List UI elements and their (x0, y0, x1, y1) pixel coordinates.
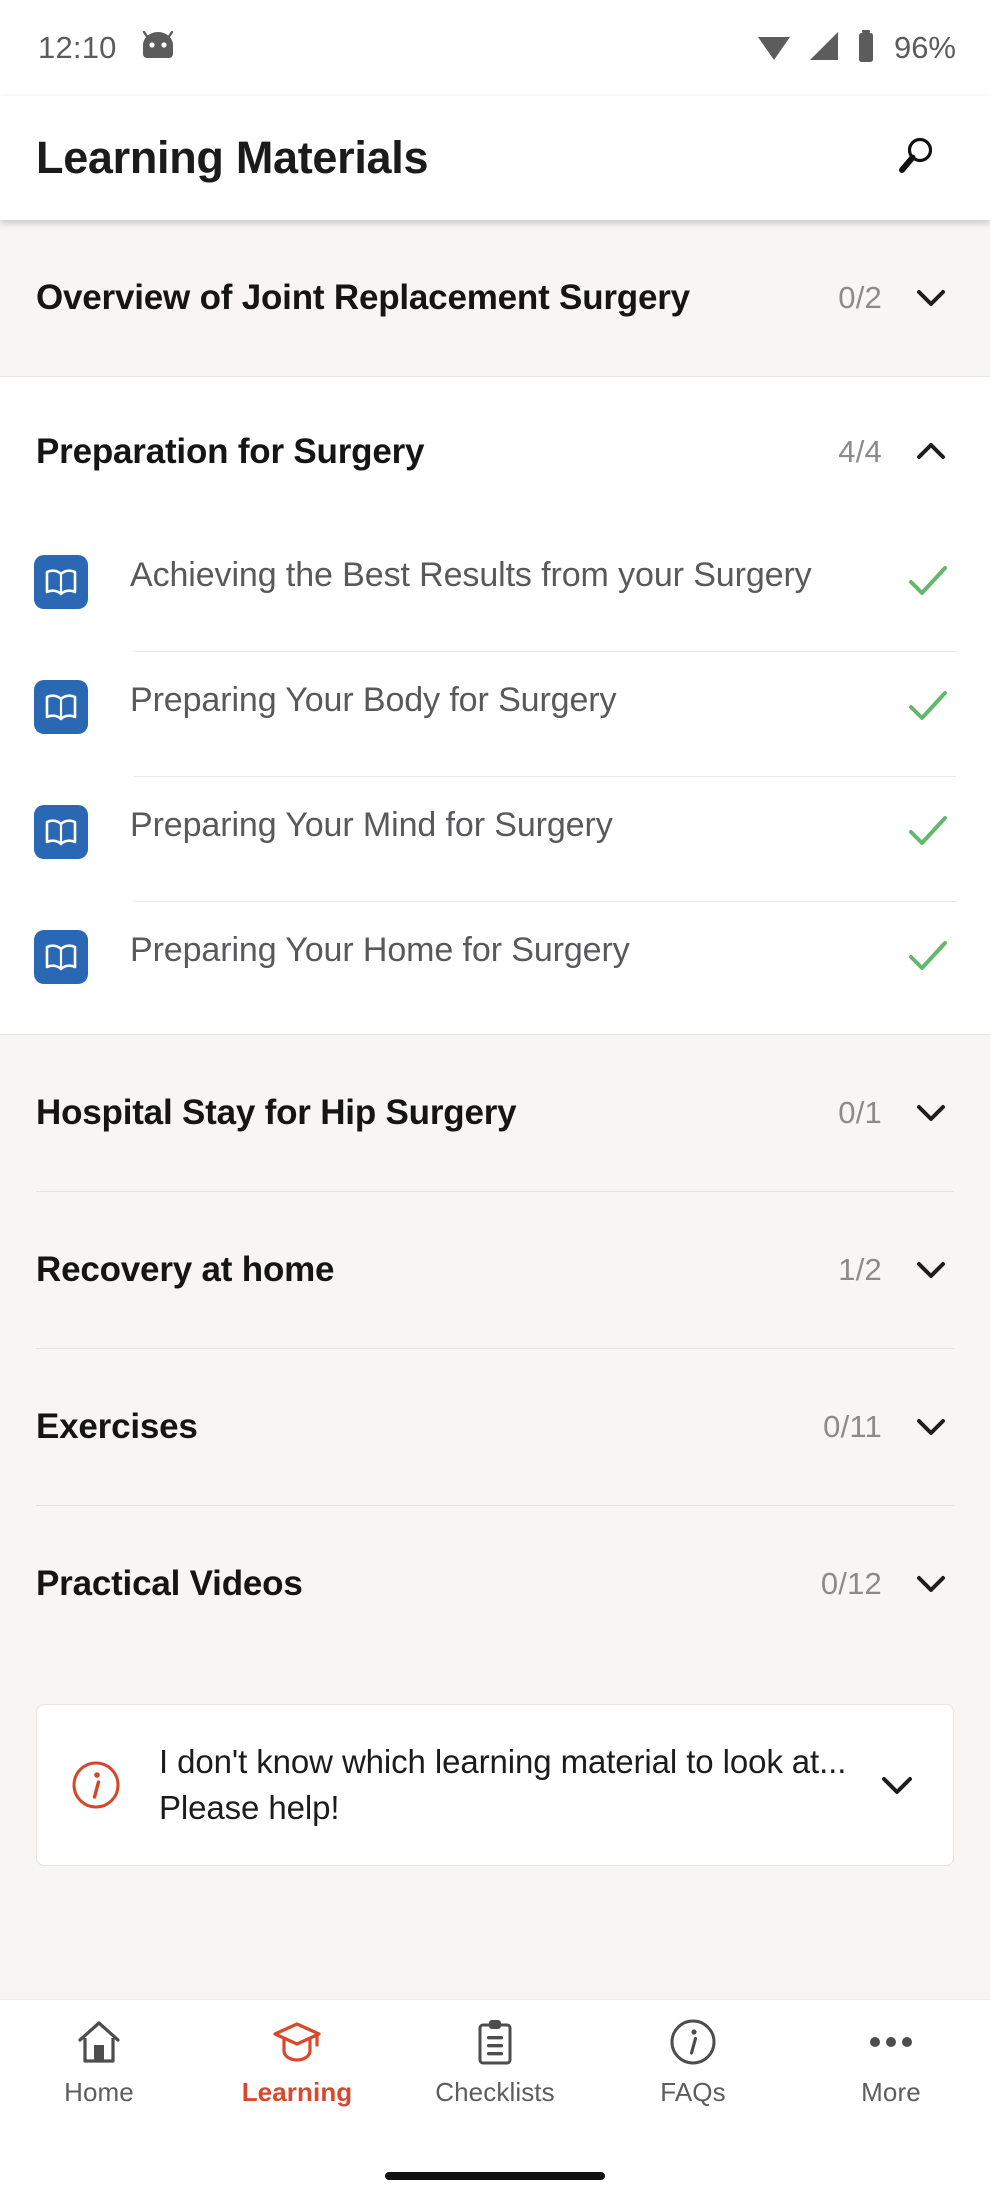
chevron-down-icon[interactable] (908, 1404, 954, 1450)
help-card-text: I don't know which learning material to … (159, 1743, 847, 1826)
section-title: Exercises (36, 1407, 198, 1446)
lesson-title: Preparing Your Mind for Surgery (130, 806, 613, 844)
wifi-icon (755, 30, 793, 67)
lesson-item[interactable]: Achieving the Best Results from your Sur… (0, 527, 990, 651)
section-practical-videos: Practical Videos 0/12 (0, 1506, 990, 1662)
nav-item-faqs[interactable]: FAQs (594, 2016, 792, 2108)
lesson-title: Achieving the Best Results from your Sur… (130, 556, 812, 594)
info-circle-icon (668, 2016, 718, 2068)
section-preparation-for-surgery: Preparation for Surgery 4/4 Achieving th… (0, 377, 990, 1034)
info-circle-icon (65, 1754, 127, 1816)
help-card[interactable]: I don't know which learning material to … (36, 1704, 954, 1866)
clipboard-icon (472, 2016, 518, 2068)
nav-label: FAQs (660, 2077, 726, 2107)
lesson-item[interactable]: Preparing Your Body for Surgery (0, 652, 990, 776)
ellipsis-icon (864, 2016, 918, 2068)
section-progress-count: 0/2 (838, 280, 882, 315)
section-recovery-at-home: Recovery at home 1/2 (0, 1192, 990, 1348)
chevron-up-icon[interactable] (908, 429, 954, 475)
section-header[interactable]: Preparation for Surgery 4/4 (0, 377, 990, 527)
section-header[interactable]: Hospital Stay for Hip Surgery 0/1 (0, 1035, 990, 1191)
chevron-down-icon[interactable] (908, 275, 954, 321)
nav-item-checklists[interactable]: Checklists (396, 2016, 594, 2108)
section-title: Overview of Joint Replacement Surgery (36, 278, 690, 317)
section-progress-count: 4/4 (838, 434, 882, 469)
nav-item-learning[interactable]: Learning (198, 2016, 396, 2108)
sections-list[interactable]: Overview of Joint Replacement Surgery 0/… (0, 220, 990, 1999)
section-header[interactable]: Recovery at home 1/2 (0, 1192, 990, 1348)
status-bar-left: 12:10 (38, 30, 177, 66)
chevron-down-icon[interactable] (908, 1090, 954, 1136)
chevron-down-icon[interactable] (908, 1247, 954, 1293)
section-title: Practical Videos (36, 1564, 303, 1603)
book-icon (34, 680, 88, 734)
home-icon (74, 2016, 124, 2068)
section-progress-count: 0/11 (823, 1409, 882, 1444)
section-title: Recovery at home (36, 1250, 335, 1289)
nav-label: Learning (241, 2077, 353, 2107)
page-title: Learning Materials (36, 132, 429, 183)
section-progress-count: 0/1 (838, 1095, 882, 1130)
lesson-list: Achieving the Best Results from your Sur… (0, 527, 990, 1034)
section-header[interactable]: Overview of Joint Replacement Surgery 0/… (0, 220, 990, 376)
gesture-bar-area (0, 2151, 990, 2201)
graduation-cap-icon (271, 2016, 323, 2068)
book-icon (34, 805, 88, 859)
section-header[interactable]: Practical Videos 0/12 (0, 1506, 990, 1662)
android-bugdroid-icon (139, 30, 177, 66)
battery-icon (855, 29, 877, 68)
home-gesture-bar[interactable] (385, 2172, 605, 2180)
bottom-navigation-bar: Home Learning Checklists FAQs More (0, 1999, 990, 2151)
search-button[interactable] (874, 115, 960, 201)
lesson-item[interactable]: Preparing Your Home for Surgery (0, 902, 990, 1026)
completed-check-icon (900, 678, 956, 734)
nav-label: Checklists (435, 2077, 555, 2107)
app-bar: Learning Materials (0, 96, 990, 220)
nav-item-more[interactable]: More (792, 2016, 990, 2108)
section-progress-count: 0/12 (820, 1566, 882, 1601)
book-icon (34, 555, 88, 609)
completed-check-icon (900, 803, 956, 859)
chevron-down-icon[interactable] (908, 1561, 954, 1607)
status-bar-clock: 12:10 (38, 30, 117, 65)
lesson-title: Preparing Your Body for Surgery (130, 681, 617, 719)
section-exercises: Exercises 0/11 (0, 1349, 990, 1505)
help-card-container: I don't know which learning material to … (0, 1662, 990, 1866)
completed-check-icon (900, 928, 956, 984)
chevron-down-icon[interactable] (871, 1759, 923, 1811)
lesson-item[interactable]: Preparing Your Mind for Surgery (0, 777, 990, 901)
book-icon (34, 930, 88, 984)
section-title: Preparation for Surgery (36, 432, 425, 471)
lesson-title: Preparing Your Home for Surgery (130, 931, 630, 969)
status-bar: 12:10 96% (0, 0, 990, 96)
battery-percent-label: 96% (893, 30, 956, 65)
search-icon (893, 132, 941, 185)
section-title: Hospital Stay for Hip Surgery (36, 1093, 517, 1132)
cellular-signal-icon (806, 30, 842, 67)
nav-item-home[interactable]: Home (0, 2016, 198, 2108)
nav-label: Home (64, 2077, 134, 2107)
section-hospital-stay-for-hip-surgery: Hospital Stay for Hip Surgery 0/1 (0, 1035, 990, 1191)
status-bar-right: 96% (755, 29, 956, 68)
nav-label: More (861, 2077, 921, 2107)
section-overview-of-joint-replacement-surgery: Overview of Joint Replacement Surgery 0/… (0, 220, 990, 376)
section-header[interactable]: Exercises 0/11 (0, 1349, 990, 1505)
completed-check-icon (900, 553, 956, 609)
app-screen: 12:10 96% Learning Materials Overview of… (0, 0, 990, 2201)
section-progress-count: 1/2 (838, 1252, 882, 1287)
